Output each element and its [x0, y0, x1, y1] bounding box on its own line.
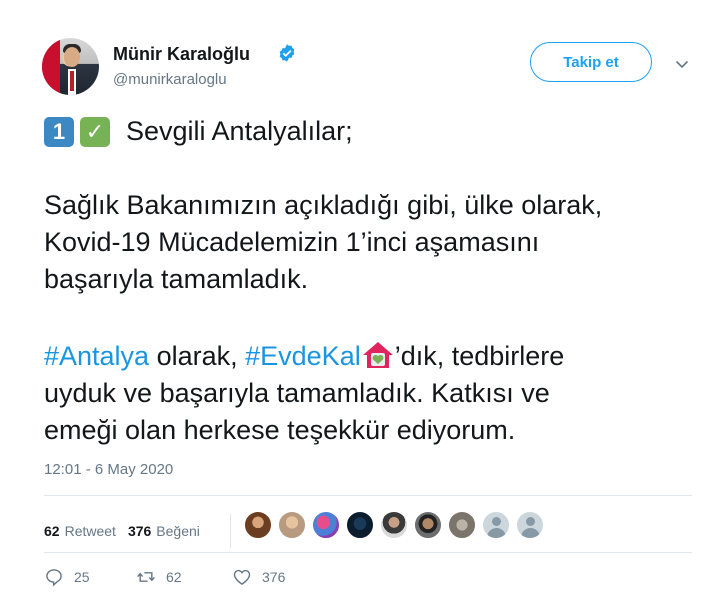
verified-badge-icon: [279, 44, 295, 62]
keycap-one-emoji: 1: [44, 116, 74, 147]
check-mark-emoji: ✓: [80, 116, 110, 147]
tweet-card: Münir Karaloğlu @munirkaraloglu Takip et…: [0, 0, 728, 593]
like-stat-label: Beğeni: [156, 523, 200, 539]
paragraph-3-text: ’dık, tedbirlere: [394, 341, 565, 371]
tweet-paragraph-3: #Antalya olarak, #EvdeKal ’dık, tedbirle…: [44, 338, 564, 449]
paragraph-2-line: Kovid-19 Mücadelemizin 1’inci aşamasını: [44, 227, 540, 257]
retweet-stat-count: 62: [44, 523, 60, 539]
likers-avatar-list: [243, 510, 545, 540]
like-button[interactable]: 376: [232, 567, 285, 587]
like-stat-count: 376: [127, 523, 152, 539]
author-display-name[interactable]: Münir Karaloğlu: [113, 44, 250, 65]
chevron-down-icon[interactable]: [674, 56, 690, 72]
liker-avatar[interactable]: [447, 510, 477, 540]
reply-button[interactable]: 25: [44, 567, 136, 587]
paragraph-2-line: Sağlık Bakanımızın açıkladığı gibi, ülke…: [44, 190, 603, 220]
hashtag-antalya-link[interactable]: #Antalya: [44, 341, 149, 371]
tweet-actions: 25 62 376: [44, 567, 285, 587]
retweet-button[interactable]: 62: [136, 567, 232, 587]
liker-avatar[interactable]: [413, 510, 443, 540]
engagement-stats: 62 Retweet 376 Beğeni: [44, 514, 231, 548]
author-avatar[interactable]: [42, 38, 99, 95]
tweet-paragraph-2: Sağlık Bakanımızın açıkladığı gibi, ülke…: [44, 187, 602, 298]
retweet-count: 62: [166, 569, 182, 585]
paragraph-3-line: #Antalya olarak, #EvdeKal ’dık, tedbirle…: [44, 338, 564, 375]
like-stat[interactable]: 376 Beğeni: [128, 523, 200, 539]
retweet-stat[interactable]: 62 Retweet: [44, 523, 116, 539]
greeting-text: Sevgili Antalyalılar;: [126, 116, 353, 146]
liker-avatar[interactable]: [481, 510, 511, 540]
liker-avatar[interactable]: [243, 510, 273, 540]
paragraph-3-line: emeği olan herkese teşekkür ediyorum.: [44, 415, 516, 445]
paragraph-3-line: uyduk ve başarıyla tamamladık. Katkısı v…: [44, 378, 550, 408]
retweet-stat-label: Retweet: [64, 523, 116, 539]
liker-avatar[interactable]: [277, 510, 307, 540]
stay-home-house-icon: [362, 342, 393, 368]
reply-count: 25: [74, 569, 90, 585]
paragraph-2-line: başarıyla tamamladık.: [44, 264, 309, 294]
tweet-timestamp[interactable]: 12:01 - 6 May 2020: [44, 461, 173, 478]
liker-avatar[interactable]: [311, 510, 341, 540]
hashtag-evdekal-link[interactable]: #EvdeKal: [245, 341, 361, 371]
divider: [44, 552, 692, 553]
follow-button[interactable]: Takip et: [530, 42, 652, 82]
liker-avatar[interactable]: [515, 510, 545, 540]
liker-avatar[interactable]: [379, 510, 409, 540]
divider: [44, 495, 692, 496]
reply-icon: [46, 569, 62, 587]
tweet-greeting: 1 ✓ Sevgili Antalyalılar;: [44, 113, 353, 150]
liker-avatar[interactable]: [345, 510, 375, 540]
heart-icon: [233, 569, 251, 585]
author-handle[interactable]: @munirkaraloglu: [113, 71, 227, 88]
stats-separator: [229, 514, 231, 548]
like-count: 376: [262, 569, 286, 585]
retweet-icon: [137, 572, 155, 582]
paragraph-3-text: olarak,: [149, 341, 246, 371]
flag-shape: [42, 38, 60, 95]
